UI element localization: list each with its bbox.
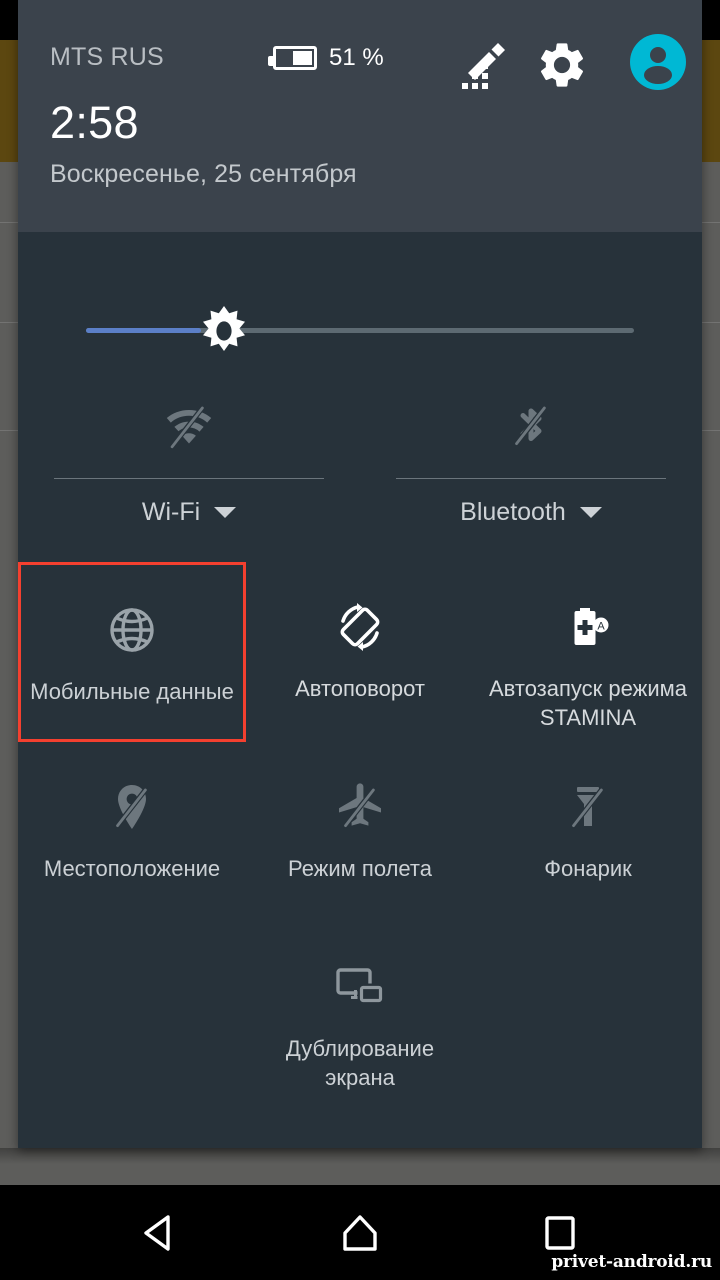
tile-wifi-label: Wi-Fi <box>141 498 201 526</box>
battery-icon <box>268 46 317 70</box>
navigation-bar: privet-android.ru <box>0 1185 720 1280</box>
gear-icon[interactable] <box>535 38 589 92</box>
stamina-battery-icon: A <box>561 600 615 654</box>
battery-status: 51 % <box>268 44 384 72</box>
clock-date[interactable]: Воскресенье, 25 сентября <box>50 160 357 189</box>
tile-screen-mirroring-label: Дублирование экрана <box>285 1036 435 1090</box>
tile-grid: Мобильные данные Автоповорот A Автозапус… <box>18 562 702 1102</box>
brightness-fill <box>86 328 201 333</box>
tile-auto-rotate-label: Автоповорот <box>295 676 425 701</box>
wifi-off-icon <box>160 396 218 454</box>
tile-row: Дублирование экрана <box>18 922 702 1102</box>
phone-screen: MTS RUS 51 % 2:58 Воскресенье, 25 сентяб… <box>0 0 720 1280</box>
tile-flashlight[interactable]: Фонарик <box>474 742 702 922</box>
bluetooth-underline <box>396 478 666 479</box>
battery-fill <box>292 51 312 65</box>
tile-stamina[interactable]: A Автозапуск режима STAMINA <box>474 562 702 742</box>
tile-airplane-mode[interactable]: Режим полета <box>246 742 474 922</box>
tile-bluetooth-label: Bluetooth <box>460 498 566 526</box>
svg-text:A: A <box>597 621 605 633</box>
tile-auto-rotate[interactable]: Автоповорот <box>246 562 474 742</box>
battery-percent-label: 51 % <box>329 44 384 71</box>
tile-screen-mirroring[interactable]: Дублирование экрана <box>246 922 474 1102</box>
globe-icon <box>105 603 159 657</box>
user-avatar-icon[interactable] <box>630 34 686 90</box>
tile-stamina-label: Автозапуск режима STAMINA <box>488 676 687 730</box>
edit-tiles-icon[interactable] <box>458 38 510 90</box>
flashlight-off-icon <box>561 780 615 834</box>
site-watermark: privet-android.ru <box>551 1252 712 1272</box>
back-triangle-icon[interactable] <box>136 1209 184 1257</box>
chevron-down-icon[interactable] <box>579 507 602 518</box>
tile-airplane-mode-label: Режим полета <box>287 856 432 881</box>
auto-rotate-icon <box>333 600 387 654</box>
tile-mobile-data[interactable]: Мобильные данные <box>18 562 246 742</box>
dual-tile-row: Wi-Fi Bluetooth <box>18 382 702 552</box>
tile-row: Мобильные данные Автоповорот A Автозапус… <box>18 562 702 742</box>
tile-location[interactable]: Местоположение <box>18 742 246 922</box>
clock-time[interactable]: 2:58 <box>50 100 139 145</box>
quick-settings-shade: MTS RUS 51 % 2:58 Воскресенье, 25 сентяб… <box>18 0 702 1148</box>
shade-header: MTS RUS 51 % 2:58 Воскресенье, 25 сентяб… <box>18 0 702 232</box>
airplane-off-icon <box>333 780 387 834</box>
tile-mobile-data-label: Мобильные данные <box>30 679 234 704</box>
location-off-icon <box>105 780 159 834</box>
recents-square-icon[interactable] <box>536 1209 584 1257</box>
carrier-label: MTS RUS <box>50 43 164 71</box>
brightness-slider[interactable] <box>18 290 702 370</box>
tile-flashlight-label: Фонарик <box>544 856 632 881</box>
tile-location-label: Местоположение <box>43 856 221 881</box>
tile-wifi[interactable]: Wi-Fi <box>18 382 360 552</box>
screen-mirror-icon <box>333 960 387 1014</box>
brightness-sun-icon[interactable] <box>197 304 251 358</box>
tile-bluetooth[interactable]: Bluetooth <box>360 382 702 552</box>
wifi-underline <box>54 478 324 479</box>
status-bar: MTS RUS 51 % <box>18 0 702 90</box>
home-icon[interactable] <box>336 1209 384 1257</box>
quick-settings-body: Wi-Fi Bluetooth Мобильные данные Автопов… <box>18 232 702 1148</box>
chevron-down-icon[interactable] <box>214 507 237 518</box>
tile-row: Местоположение Режим полета Фонарик <box>18 742 702 922</box>
bluetooth-off-icon <box>502 396 560 454</box>
